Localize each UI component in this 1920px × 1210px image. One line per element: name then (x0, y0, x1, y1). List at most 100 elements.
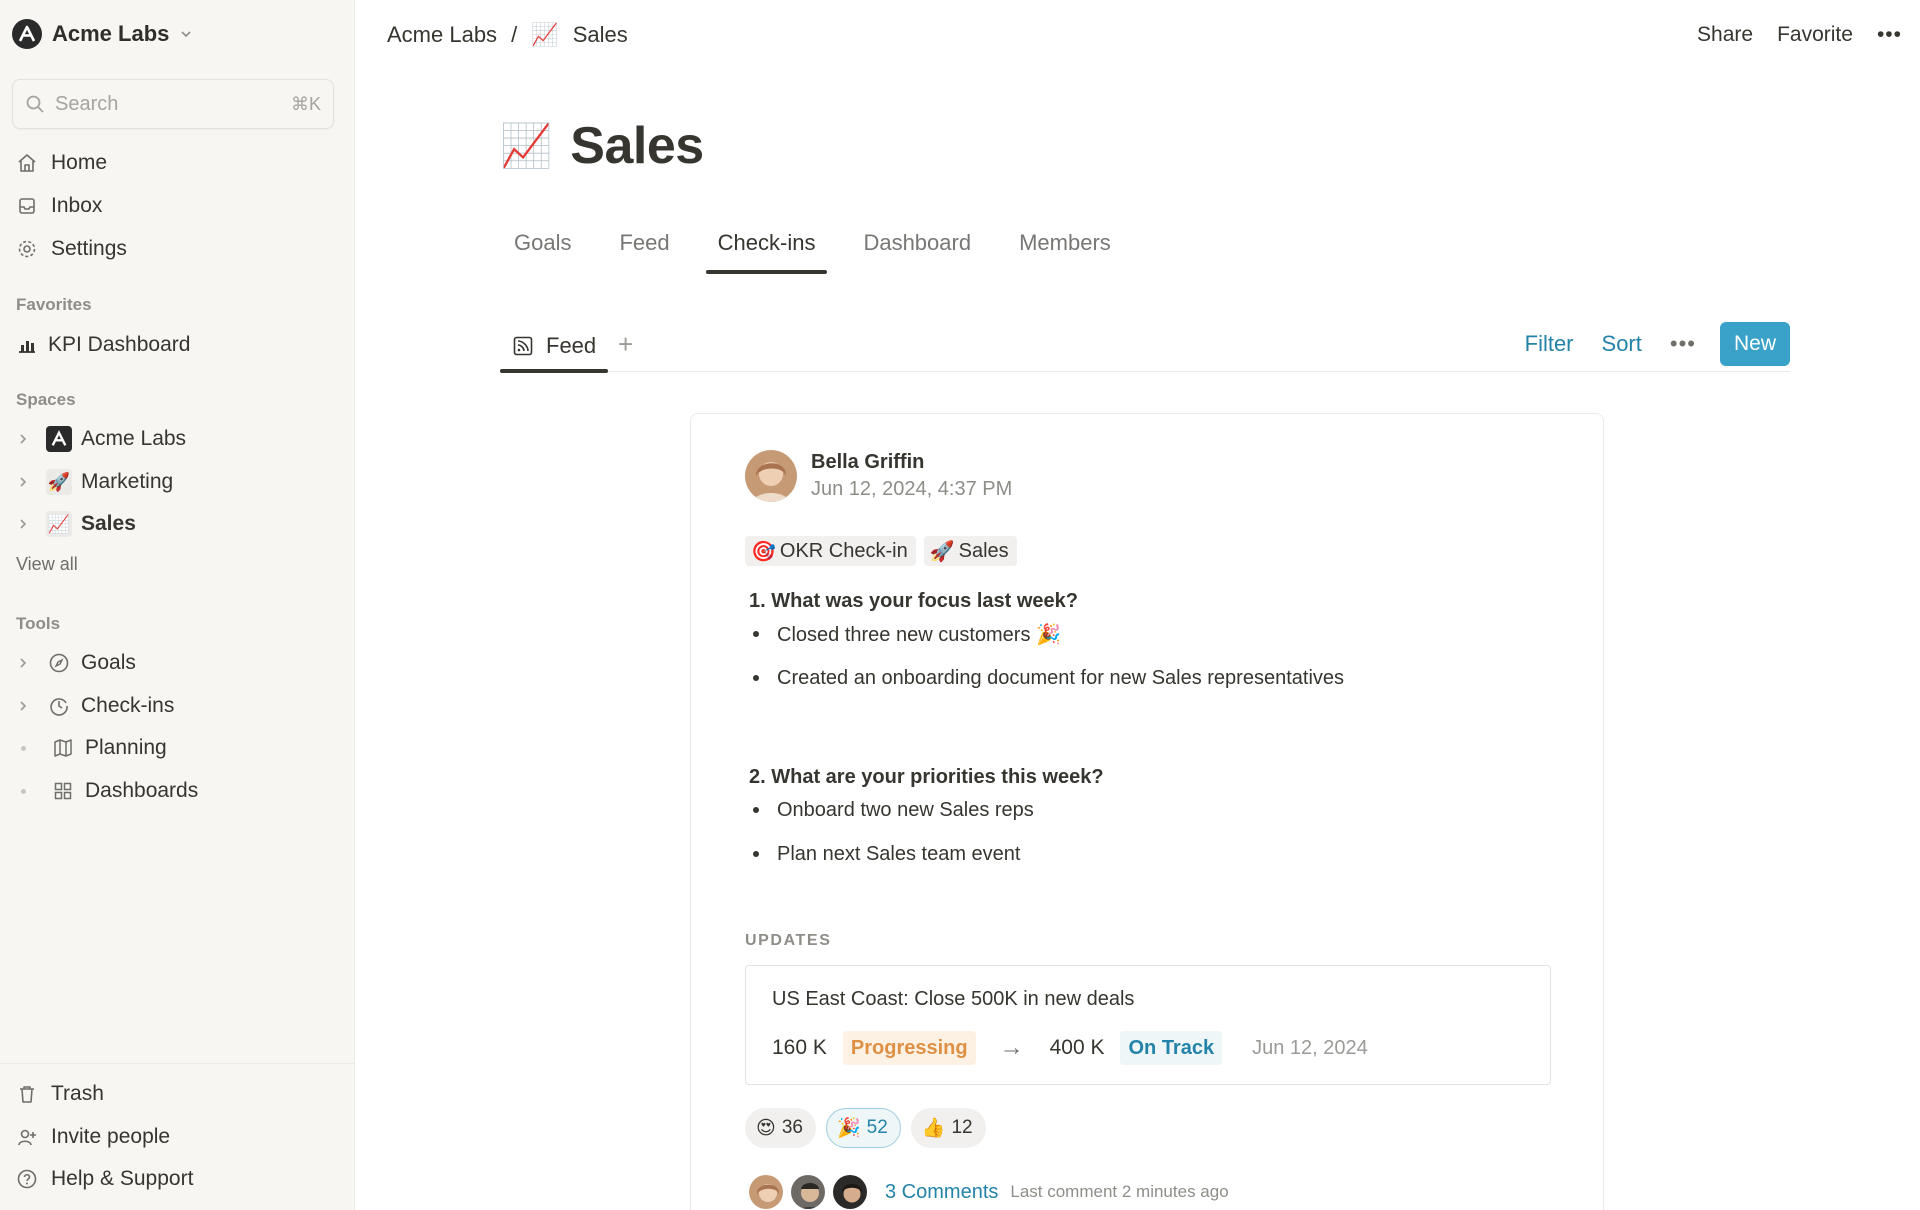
more-options-icon[interactable]: ••• (1670, 331, 1696, 357)
home-icon (16, 152, 38, 174)
sidebar-item-label: Settings (51, 237, 127, 260)
search-input[interactable]: Search ⌘K (12, 79, 334, 129)
updates-label: UPDATES (745, 932, 832, 949)
favorite-button[interactable]: Favorite (1777, 23, 1853, 47)
space-marketing[interactable]: 🚀 Marketing (16, 464, 173, 500)
view-tab-feed[interactable]: Feed (500, 320, 609, 373)
sidebar-item-kpi-dashboard[interactable]: KPI Dashboard (16, 327, 190, 363)
reaction-party-popper[interactable]: 🎉 52 (825, 1108, 901, 1148)
add-view-button[interactable]: + (618, 330, 633, 358)
thumbs-up-icon: 👍 (921, 1118, 946, 1139)
from-value: 160 K (772, 1036, 827, 1059)
search-placeholder: Search (55, 92, 119, 115)
sidebar-item-label: Invite people (51, 1125, 171, 1148)
view-bar: Feed + Filter Sort ••• New (500, 320, 1790, 373)
question-heading: 2. What are your priorities this week? (749, 766, 1104, 788)
gear-icon (16, 238, 38, 260)
tag-okr-check-in[interactable]: 🎯 OKR Check-in (745, 536, 916, 566)
share-button[interactable]: Share (1697, 23, 1753, 47)
rss-feed-icon (513, 336, 533, 356)
sidebar-item-help-support[interactable]: Help & Support (16, 1161, 193, 1197)
filter-button[interactable]: Filter (1525, 331, 1574, 357)
clock-icon (46, 693, 72, 719)
space-acme-labs[interactable]: Acme Labs (16, 421, 186, 457)
sidebar-item-settings[interactable]: Settings (16, 231, 127, 267)
breadcrumb-workspace[interactable]: Acme Labs (387, 22, 497, 48)
trash-icon (16, 1083, 38, 1105)
favorites-label: Favorites (16, 295, 92, 314)
divider (0, 1063, 355, 1064)
author-name[interactable]: Bella Griffin (811, 451, 1012, 474)
sidebar-item-trash[interactable]: Trash (16, 1076, 104, 1112)
sidebar-item-invite-people[interactable]: Invite people (16, 1119, 170, 1155)
space-label: Sales (81, 512, 136, 535)
status-badge: On Track (1120, 1031, 1223, 1065)
acme-logo-icon (12, 19, 42, 49)
help-circle-icon (16, 1168, 38, 1190)
post-author: Bella Griffin Jun 12, 2024, 4:37 PM (745, 450, 1012, 502)
inbox-icon (16, 195, 38, 217)
tool-goals[interactable]: Goals (16, 645, 136, 681)
tab-check-ins[interactable]: Check-ins (705, 224, 828, 274)
tool-check-ins[interactable]: Check-ins (16, 688, 174, 724)
tab-goals[interactable]: Goals (502, 224, 583, 274)
update-date: Jun 12, 2024 (1252, 1036, 1368, 1059)
sidebar-item-home[interactable]: Home (16, 145, 107, 181)
chart-increasing-icon: 📈 (500, 121, 553, 169)
chevron-right-icon[interactable] (16, 432, 30, 446)
new-button[interactable]: New (1719, 322, 1790, 366)
target-icon: 🎯 (751, 540, 776, 563)
more-options-icon[interactable]: ••• (1877, 23, 1902, 47)
tools-label: Tools (16, 614, 61, 633)
view-actions: Filter Sort ••• New (1525, 322, 1790, 366)
reactions: 😍 36 🎉 52 👍 12 (745, 1108, 986, 1148)
bullet-dot (21, 745, 26, 751)
workspace-name: Acme Labs (52, 21, 170, 46)
space-sales[interactable]: 📈 Sales (16, 506, 136, 542)
sidebar-item-inbox[interactable]: Inbox (16, 188, 102, 224)
tool-planning[interactable]: Planning (16, 730, 167, 766)
sort-button[interactable]: Sort (1602, 331, 1642, 357)
goal-update[interactable]: US East Coast: Close 500K in new deals 1… (745, 965, 1551, 1085)
sidebar-item-label: Trash (51, 1082, 104, 1105)
view-all-spaces-link[interactable]: View all (16, 554, 78, 575)
sidebar-item-label: Help & Support (51, 1167, 194, 1190)
breadcrumb-current-label: Sales (572, 22, 628, 47)
chevron-right-icon[interactable] (16, 656, 30, 670)
chevron-right-icon[interactable] (16, 517, 30, 531)
status-badge: Progressing (842, 1031, 976, 1065)
avatar (789, 1173, 827, 1210)
comments-link[interactable]: 3 Comments (885, 1181, 998, 1204)
check-in-card[interactable]: Bella Griffin Jun 12, 2024, 4:37 PM 🎯 OKR… (690, 413, 1604, 1210)
list-item: Onboard two new Sales reps (749, 788, 1034, 832)
list-item: Closed three new customers 🎉 (749, 612, 1344, 656)
reaction-heart-eyes[interactable]: 😍 36 (745, 1108, 816, 1148)
avatar[interactable] (745, 450, 797, 502)
tool-label: Check-ins (81, 694, 175, 717)
tag-sales[interactable]: 🚀 Sales (923, 536, 1017, 566)
compass-icon (46, 650, 72, 676)
arrow-right-icon: → (999, 1034, 1024, 1061)
workspace-switcher[interactable]: Acme Labs (12, 18, 193, 50)
tab-feed[interactable]: Feed (607, 224, 681, 274)
sidebar-item-label: Inbox (51, 194, 103, 217)
list-item: Created an onboarding document for new S… (749, 656, 1344, 700)
tool-dashboards[interactable]: Dashboards (16, 773, 198, 809)
to-value: 400 K (1049, 1036, 1105, 1059)
reaction-count: 52 (866, 1117, 888, 1138)
reaction-count: 12 (951, 1117, 973, 1138)
tab-dashboard[interactable]: Dashboard (851, 224, 983, 274)
breadcrumb-current[interactable]: 📈 Sales (531, 22, 628, 48)
goal-progress-row: 160 K Progressing → 400 K On Track Jun 1… (772, 1028, 1368, 1068)
tag-label: Sales (958, 539, 1009, 562)
breadcrumb-separator: / (511, 22, 518, 47)
chevron-right-icon[interactable] (16, 475, 30, 489)
goal-title: US East Coast: Close 500K in new deals (772, 988, 1135, 1010)
acme-logo-icon (46, 426, 72, 452)
reaction-thumbs-up[interactable]: 👍 12 (910, 1108, 986, 1148)
chevron-right-icon[interactable] (16, 699, 30, 713)
bullet-dot (21, 788, 26, 794)
tab-members[interactable]: Members (1007, 224, 1123, 274)
tag-label: OKR Check-in (779, 539, 908, 562)
tool-label: Goals (81, 651, 136, 674)
